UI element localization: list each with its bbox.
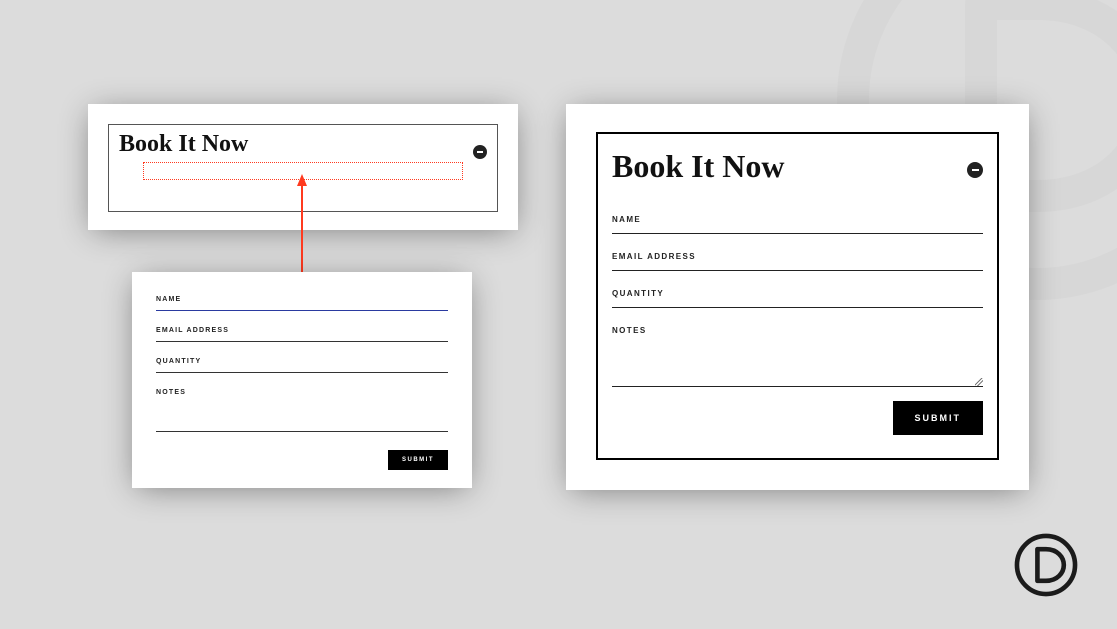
builder-module-panel: Book It Now xyxy=(88,104,518,230)
toggle-title-large: Book It Now xyxy=(612,148,983,185)
quantity-input-line[interactable] xyxy=(156,365,448,373)
combined-result-panel: Book It Now NAME EMAIL ADDRESS QUANTITY … xyxy=(566,104,1029,490)
submit-button[interactable]: SUBMIT xyxy=(893,401,984,435)
field-quantity[interactable]: QUANTITY xyxy=(156,358,448,373)
email-label: EMAIL ADDRESS xyxy=(156,327,448,334)
name-label: NAME xyxy=(612,215,983,224)
field-notes[interactable]: NOTES xyxy=(156,389,448,432)
divi-logo-icon xyxy=(1013,532,1079,603)
field-name[interactable]: NAME xyxy=(612,215,983,234)
field-email[interactable]: EMAIL ADDRESS xyxy=(612,252,983,271)
collapse-icon[interactable] xyxy=(967,162,983,178)
quantity-input-line[interactable] xyxy=(612,298,983,308)
toggle-module-outline[interactable]: Book It Now xyxy=(108,124,498,212)
name-input-line[interactable] xyxy=(612,224,983,234)
field-notes[interactable]: NOTES xyxy=(612,326,983,387)
notes-textarea-line[interactable] xyxy=(156,396,448,432)
email-input-line[interactable] xyxy=(612,261,983,271)
toggle-open-content: Book It Now NAME EMAIL ADDRESS QUANTITY … xyxy=(596,132,999,460)
module-dropzone[interactable] xyxy=(143,162,463,180)
notes-label: NOTES xyxy=(156,389,448,396)
email-input-line[interactable] xyxy=(156,334,448,342)
field-name[interactable]: NAME xyxy=(156,296,448,311)
notes-textarea[interactable] xyxy=(612,335,983,387)
quantity-label: QUANTITY xyxy=(612,289,983,298)
toggle-title: Book It Now xyxy=(119,131,248,157)
email-label: EMAIL ADDRESS xyxy=(612,252,983,261)
field-quantity[interactable]: QUANTITY xyxy=(612,289,983,308)
contact-form-module-preview: NAME EMAIL ADDRESS QUANTITY NOTES SUBMIT xyxy=(132,272,472,488)
quantity-label: QUANTITY xyxy=(156,358,448,365)
resize-handle-icon[interactable] xyxy=(975,378,983,386)
submit-button[interactable]: SUBMIT xyxy=(388,450,448,470)
field-email[interactable]: EMAIL ADDRESS xyxy=(156,327,448,342)
name-input-line[interactable] xyxy=(156,303,448,311)
name-label: NAME xyxy=(156,296,448,303)
collapse-icon[interactable] xyxy=(473,145,487,159)
notes-label: NOTES xyxy=(612,326,983,335)
